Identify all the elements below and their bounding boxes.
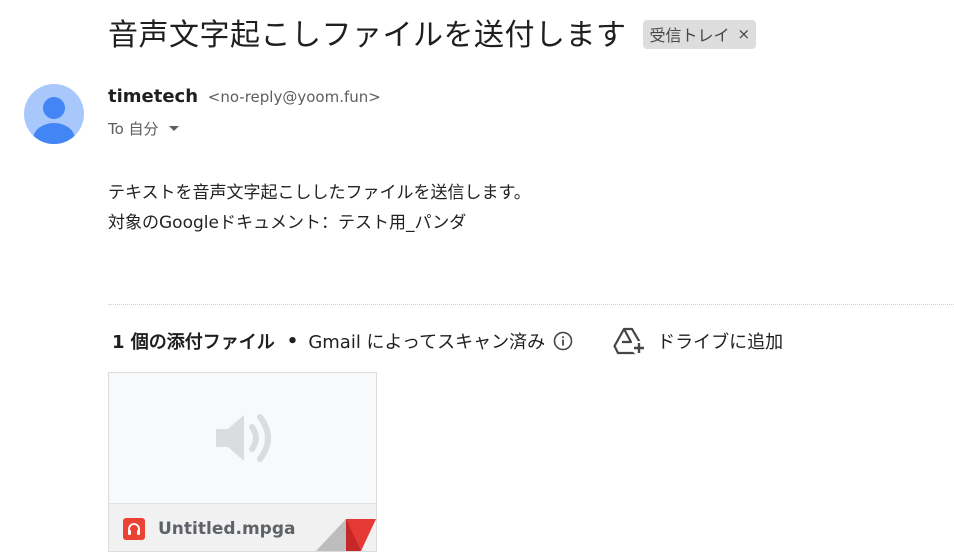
attachment-count: 1 個の添付ファイル xyxy=(112,332,275,353)
label-chip-text: 受信トレイ xyxy=(649,25,730,45)
person-icon xyxy=(33,97,75,144)
show-details-caret-icon[interactable] xyxy=(168,126,179,131)
email-body: テキストを音声文字起こししたファイルを送信します。 対象のGoogleドキュメン… xyxy=(108,178,531,238)
corner-fold-icon xyxy=(316,519,376,551)
remove-label-icon[interactable]: × xyxy=(738,25,751,43)
headphones-icon xyxy=(123,518,145,540)
body-line: 対象のGoogleドキュメント：テスト用_パンダ xyxy=(108,213,467,233)
sender-avatar[interactable] xyxy=(24,84,84,144)
attachment-card[interactable]: Untitled.mpga xyxy=(108,372,377,552)
sender-email: <no-reply@yoom.fun> xyxy=(207,88,381,106)
scan-status: Gmail によってスキャン済み xyxy=(308,332,546,353)
attachments-divider xyxy=(108,304,954,305)
attachments-header: 1 個の添付ファイル • Gmail によってスキャン済み ドライブに追加 xyxy=(112,326,783,356)
body-line: テキストを音声文字起こししたファイルを送信します。 xyxy=(108,183,531,203)
subject-row: 音声文字起こしファイルを送付します 受信トレイ × xyxy=(108,10,757,54)
add-to-drive-button[interactable]: ドライブに追加 xyxy=(613,326,783,356)
add-to-drive-label: ドライブに追加 xyxy=(657,332,784,353)
email-subject: 音声文字起こしファイルを送付します xyxy=(108,18,627,53)
info-icon[interactable] xyxy=(553,331,573,351)
drive-add-icon xyxy=(613,327,647,355)
speaker-icon xyxy=(215,414,271,462)
attachment-preview xyxy=(109,373,376,503)
sender-line: timetech <no-reply@yoom.fun> xyxy=(108,86,381,107)
inbox-label-chip[interactable]: 受信トレイ × xyxy=(642,19,757,49)
separator-dot: • xyxy=(286,330,299,352)
attachment-filename: Untitled.mpga xyxy=(158,519,296,539)
recipient-text: To 自分 xyxy=(108,120,159,138)
sender-name[interactable]: timetech xyxy=(108,86,198,107)
recipient-line[interactable]: To 自分 xyxy=(108,118,179,139)
